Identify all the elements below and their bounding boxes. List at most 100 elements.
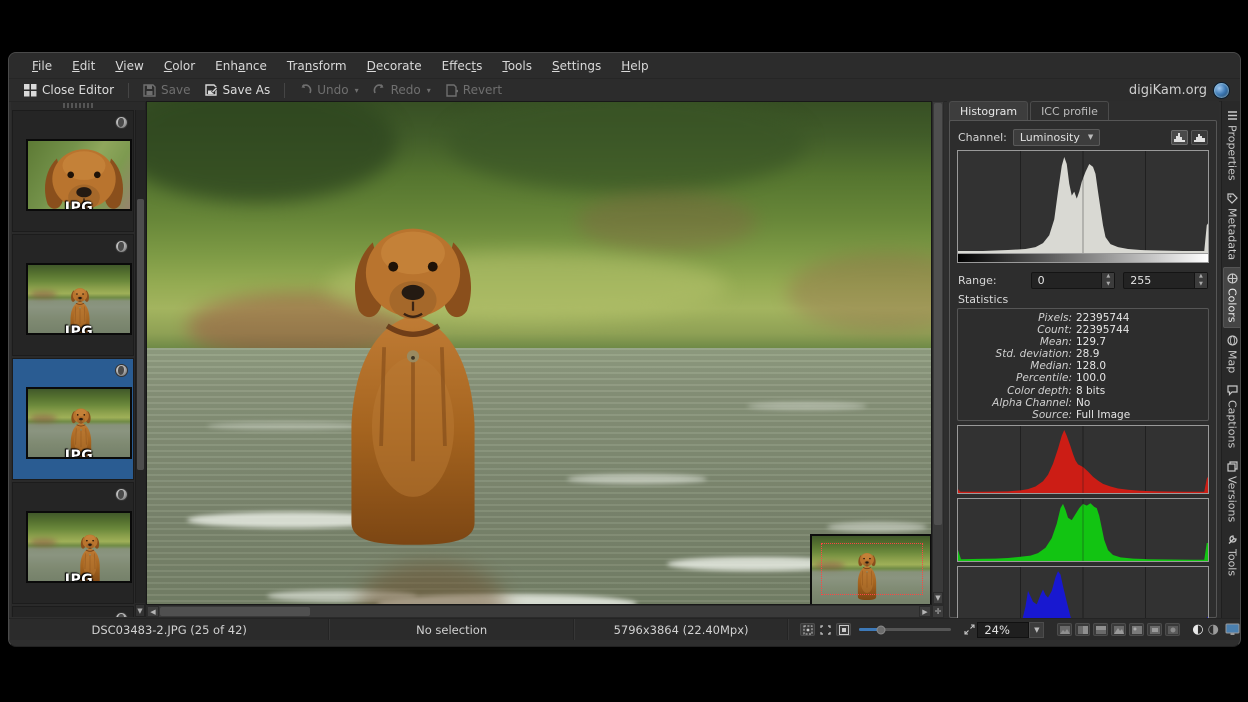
thumbnail-photo: JPG xyxy=(26,139,132,211)
zoom-dropdown-button[interactable]: ▼ xyxy=(1029,622,1044,638)
canvas-horizontal-scrollbar[interactable]: ◀ ▶ xyxy=(146,605,932,618)
thumbnail-item-1[interactable]: JPG xyxy=(12,110,134,232)
underexposure-indicator-icon[interactable]: ◐ xyxy=(1192,623,1203,636)
menu-color[interactable]: Color xyxy=(155,55,204,77)
thumbnail-item-5-partial[interactable] xyxy=(12,606,134,617)
menu-edit[interactable]: Edit xyxy=(63,55,104,77)
close-editor-button[interactable]: Close Editor xyxy=(17,81,121,99)
visible-region-rectangle[interactable] xyxy=(821,543,923,595)
preview-mode-button-4[interactable] xyxy=(1111,623,1126,636)
menu-settings[interactable]: Settings xyxy=(543,55,610,77)
preview-mode-button-5[interactable] xyxy=(1129,623,1144,636)
undo-dropdown-arrow[interactable]: ▾ xyxy=(355,86,359,95)
statistics-row: Median:128.0 xyxy=(958,360,1202,372)
zoom-fit-selection-button[interactable] xyxy=(800,623,815,636)
zoom-slider-handle[interactable] xyxy=(877,625,886,634)
range-min-value[interactable]: 0 xyxy=(1032,274,1102,287)
undo-label: Undo xyxy=(317,83,348,97)
redo-button[interactable]: Redo ▾ xyxy=(366,81,438,99)
spin-down-button[interactable]: ▼ xyxy=(1102,280,1114,288)
thumbnail-item-4[interactable]: JPG xyxy=(12,482,134,604)
revert-button[interactable]: Revert xyxy=(438,81,509,99)
sidebar-tab-colors[interactable]: Colors xyxy=(1223,267,1242,328)
range-max-value[interactable]: 255 xyxy=(1124,274,1194,287)
thumbbar-scrollbar[interactable] xyxy=(135,110,145,603)
zoom-percent-input[interactable]: 24% xyxy=(977,622,1029,638)
canvas-horizontal-scrollbar-thumb[interactable] xyxy=(160,607,310,616)
green-channel-histogram xyxy=(957,498,1209,562)
scroll-right-arrow[interactable]: ▶ xyxy=(919,606,931,617)
logarithmic-histogram-scale-button[interactable] xyxy=(1191,130,1208,145)
overexposure-indicator-icon[interactable]: ◑ xyxy=(1208,623,1219,636)
thumbbar-drag-handle[interactable] xyxy=(63,103,93,108)
preview-mode-button-2[interactable] xyxy=(1075,623,1090,636)
luminosity-histogram[interactable] xyxy=(957,150,1209,254)
selection-label: No selection xyxy=(416,623,487,637)
menu-file[interactable]: File xyxy=(23,55,61,77)
linear-histogram-scale-button[interactable] xyxy=(1171,130,1188,145)
spin-up-button[interactable]: ▲ xyxy=(1102,273,1114,281)
preview-mode-button-3[interactable] xyxy=(1093,623,1108,636)
statistics-row: Std. deviation:28.9 xyxy=(958,348,1202,360)
menu-view[interactable]: View xyxy=(106,55,152,77)
image-canvas[interactable] xyxy=(146,101,932,605)
scroll-down-arrow[interactable]: ▼ xyxy=(933,592,943,604)
spin-down-button[interactable]: ▼ xyxy=(1195,280,1207,288)
thumbnail-item-2[interactable]: JPG xyxy=(12,234,134,356)
redo-dropdown-arrow[interactable]: ▾ xyxy=(427,86,431,95)
sidebar-tab-tools[interactable]: Tools xyxy=(1224,529,1241,581)
undo-button[interactable]: Undo ▾ xyxy=(292,81,365,99)
scroll-left-arrow[interactable]: ◀ xyxy=(147,606,159,617)
zoom-resize-icon[interactable] xyxy=(962,623,977,636)
thumbbar-scrollbar-thumb[interactable] xyxy=(137,199,144,470)
save-as-button[interactable]: Save As xyxy=(198,81,278,99)
sidebar-tab-map[interactable]: Map xyxy=(1224,330,1241,378)
range-min-spinbox[interactable]: 0 ▲▼ xyxy=(1031,272,1116,289)
sidebar-tab-captions[interactable]: Captions xyxy=(1224,380,1241,453)
range-label: Range: xyxy=(958,274,997,287)
range-max-spinbox[interactable]: 255 ▲▼ xyxy=(1123,272,1208,289)
color-managed-view-icon[interactable] xyxy=(1225,623,1240,636)
statusbar: DSC03483-2.JPG (25 of 42) No selection 5… xyxy=(9,618,1240,640)
menu-tools[interactable]: Tools xyxy=(493,55,541,77)
tab-icc-profile[interactable]: ICC profile xyxy=(1030,101,1109,122)
canvas-vertical-scrollbar-thumb[interactable] xyxy=(934,103,942,525)
zoom-100-button[interactable] xyxy=(836,623,851,636)
thumbbar-scroll-down-button[interactable]: ▼ xyxy=(135,604,145,617)
spin-up-button[interactable]: ▲ xyxy=(1195,273,1207,281)
channel-value: Luminosity xyxy=(1020,131,1080,144)
colors-side-panel: Histogram ICC profile Channel: Luminosit… xyxy=(947,101,1219,618)
menu-decorate[interactable]: Decorate xyxy=(358,55,431,77)
save-button[interactable]: Save xyxy=(136,81,197,99)
statistics-row: Color depth:8 bits xyxy=(958,385,1202,397)
sidebar-tab-versions[interactable]: Versions xyxy=(1224,456,1241,527)
tab-histogram[interactable]: Histogram xyxy=(949,101,1028,122)
preview-mode-button-7[interactable] xyxy=(1165,623,1180,636)
menubar: FileEditViewColorEnhanceTransformDecorat… xyxy=(9,53,1240,79)
statistics-row: Mean:129.7 xyxy=(958,336,1202,348)
statistics-row: Count:22395744 xyxy=(958,324,1202,336)
thumbnail-item-3-selected[interactable]: JPG xyxy=(12,358,134,480)
preview-mode-button-6[interactable] xyxy=(1147,623,1162,636)
menu-transform[interactable]: Transform xyxy=(278,55,356,77)
menu-effects[interactable]: Effects xyxy=(433,55,492,77)
undo-icon xyxy=(299,84,312,96)
menu-enhance[interactable]: Enhance xyxy=(206,55,276,77)
geolocation-icon xyxy=(115,240,128,253)
preview-mode-button-1[interactable] xyxy=(1057,623,1072,636)
menu-help[interactable]: Help xyxy=(612,55,657,77)
pan-tool-corner-button[interactable]: ✛ xyxy=(932,605,944,618)
sidebar-tab-metadata[interactable]: Metadata xyxy=(1224,188,1241,265)
pan-overview-thumbnail[interactable] xyxy=(810,534,932,605)
photo-hills-background xyxy=(147,102,931,348)
sidebar-tab-properties[interactable]: Properties xyxy=(1224,105,1241,186)
brand-area: digiKam.org xyxy=(1129,82,1240,99)
brand-label: digiKam.org xyxy=(1129,83,1207,98)
zoom-slider[interactable] xyxy=(859,628,951,631)
channel-select[interactable]: Luminosity ▼ xyxy=(1013,129,1100,146)
format-badge: JPG xyxy=(65,324,93,335)
canvas-vertical-scrollbar[interactable]: ▼ xyxy=(932,101,944,605)
toolbar: Close Editor Save Save As Undo ▾ Redo ▾ … xyxy=(9,79,1240,102)
zoom-fit-window-button[interactable] xyxy=(818,623,833,636)
thumbnail-bar: JPG JPG JPG xyxy=(11,102,146,617)
